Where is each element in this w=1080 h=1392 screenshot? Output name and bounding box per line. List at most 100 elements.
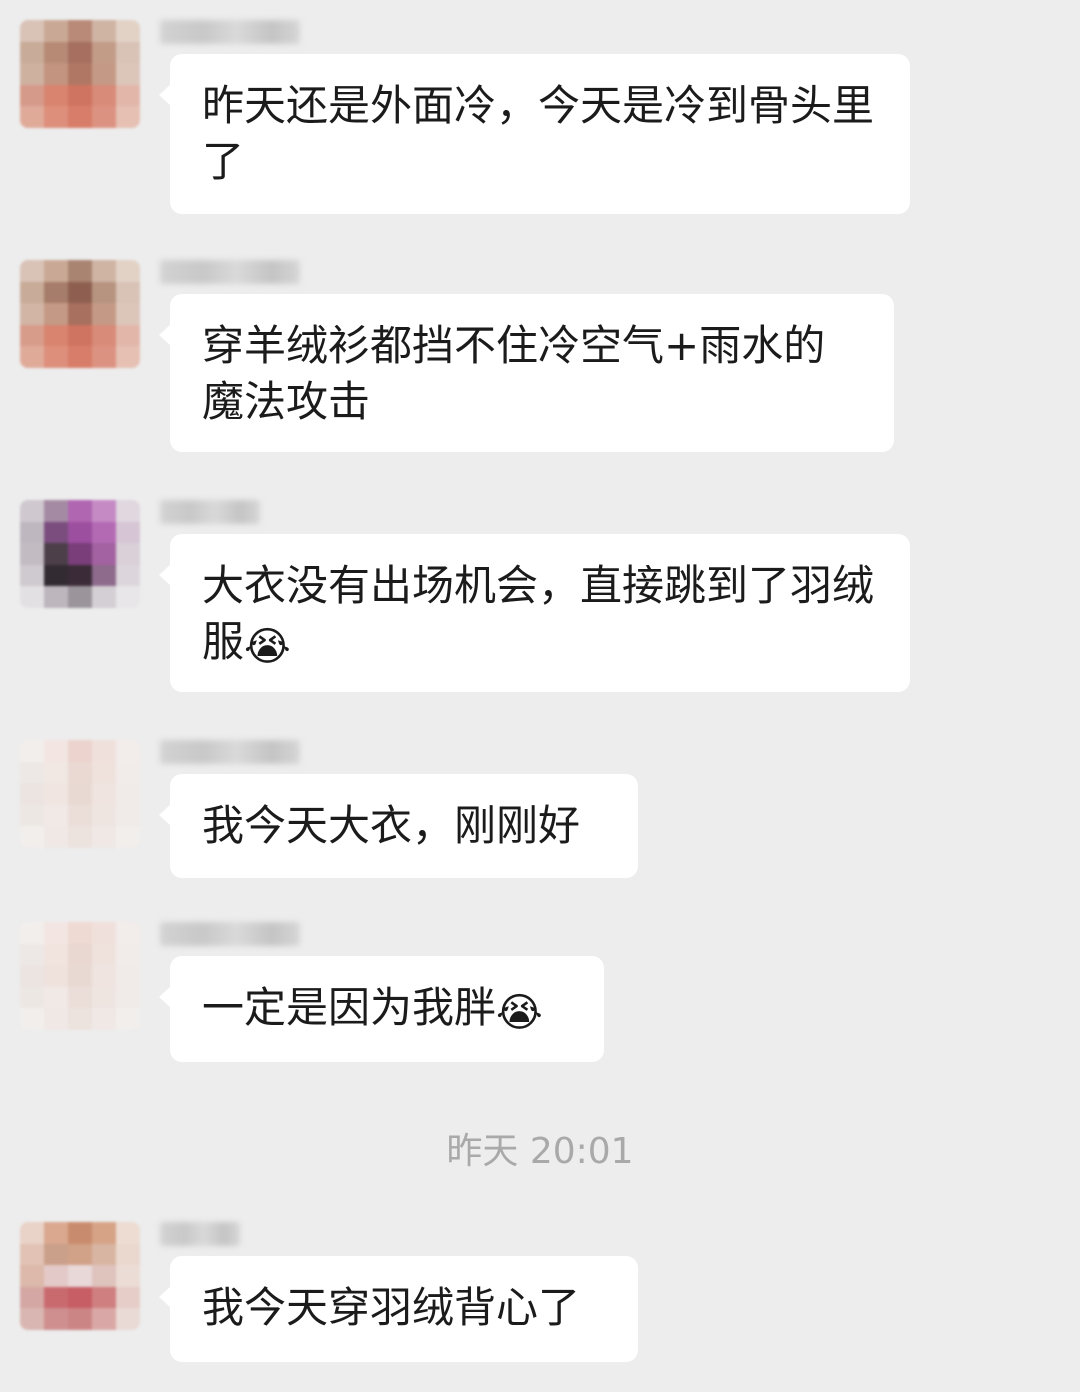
- avatar[interactable]: [20, 20, 140, 128]
- avatar[interactable]: [20, 1222, 140, 1330]
- avatar-mosaic-cell: [92, 543, 116, 565]
- avatar-mosaic-cell: [116, 1308, 140, 1330]
- avatar-mosaic-cell: [116, 986, 140, 1009]
- message-bubble[interactable]: 大衣没有出场机会，直接跳到了羽绒服😭: [159, 534, 910, 692]
- avatar-mosaic-cell: [68, 346, 92, 368]
- sender-name-blurred: [160, 1222, 240, 1246]
- avatar-mosaic-cell: [116, 106, 140, 128]
- avatar-mosaic-cell: [116, 826, 140, 848]
- avatar-mosaic-cell: [44, 1286, 68, 1309]
- avatar-mosaic-cell: [20, 1008, 44, 1030]
- message-text: 一定是因为我胖: [202, 983, 497, 1032]
- avatar[interactable]: [20, 500, 140, 608]
- avatar-mosaic-cell: [44, 943, 68, 966]
- avatar-mosaic-cell: [116, 943, 140, 966]
- avatar-mosaic-cell: [68, 783, 92, 805]
- message-bubble[interactable]: 我今天大衣，刚刚好: [159, 774, 638, 878]
- avatar-mosaic-cell: [116, 761, 140, 784]
- avatar-mosaic-cell: [20, 922, 44, 944]
- message-bubble[interactable]: 我今天穿羽绒背心了: [159, 1256, 638, 1362]
- avatar-mosaic-cell: [20, 303, 44, 325]
- avatar-mosaic-cell: [44, 986, 68, 1009]
- avatar-mosaic-cell: [92, 1008, 116, 1030]
- avatar-mosaic-cell: [92, 324, 116, 347]
- avatar-mosaic-cell: [44, 761, 68, 784]
- avatar-mosaic-cell: [68, 543, 92, 565]
- avatar-mosaic-cell: [116, 303, 140, 325]
- message-text: 我今天穿羽绒背心了: [202, 1283, 581, 1332]
- avatar-mosaic-cell: [20, 1308, 44, 1330]
- avatar-mosaic-cell: [20, 564, 44, 587]
- avatar-mosaic-cell: [20, 1265, 44, 1287]
- avatar-mosaic-cell: [116, 63, 140, 85]
- face-crying-with-hand-icon: 😭: [496, 990, 543, 1036]
- avatar-mosaic-cell: [20, 20, 44, 42]
- avatar-mosaic-cell: [68, 521, 92, 544]
- avatar-mosaic-cell: [92, 500, 116, 522]
- avatar[interactable]: [20, 922, 140, 1030]
- avatar-mosaic-cell: [92, 1286, 116, 1309]
- message-bubble[interactable]: 一定是因为我胖😭: [159, 956, 604, 1062]
- avatar-mosaic-cell: [44, 324, 68, 347]
- avatar-mosaic-cell: [44, 63, 68, 85]
- avatar-mosaic-cell: [68, 965, 92, 987]
- avatar-mosaic-cell: [116, 1265, 140, 1287]
- avatar-mosaic-cell: [44, 260, 68, 282]
- avatar-mosaic-cell: [116, 1243, 140, 1266]
- avatar-mosaic-cell: [116, 324, 140, 347]
- avatar-mosaic-cell: [116, 84, 140, 107]
- sender-name-blurred: [160, 500, 260, 524]
- avatar-mosaic-cell: [44, 804, 68, 827]
- avatar-mosaic-cell: [116, 1286, 140, 1309]
- avatar-mosaic-cell: [68, 1308, 92, 1330]
- avatar-mosaic-cell: [116, 783, 140, 805]
- avatar-mosaic-cell: [44, 1243, 68, 1266]
- avatar-mosaic-cell: [116, 586, 140, 608]
- sender-name-blurred: [160, 740, 300, 764]
- avatar-mosaic-cell: [116, 346, 140, 368]
- avatar-mosaic-cell: [92, 740, 116, 762]
- avatar-mosaic-cell: [68, 564, 92, 587]
- message-bubble[interactable]: 穿羊绒衫都挡不住冷空气+雨水的魔法攻击: [159, 294, 894, 452]
- message-text: 昨天还是外面冷，今天是冷到骨头里了: [202, 81, 875, 186]
- avatar-mosaic-cell: [44, 346, 68, 368]
- message-bubble[interactable]: 昨天还是外面冷，今天是冷到骨头里了: [159, 54, 910, 214]
- avatar[interactable]: [20, 260, 140, 368]
- avatar-mosaic-cell: [68, 1286, 92, 1309]
- sender-name-blurred: [160, 922, 300, 946]
- avatar-mosaic-cell: [20, 740, 44, 762]
- avatar-mosaic-cell: [68, 260, 92, 282]
- avatar-mosaic-cell: [92, 20, 116, 42]
- avatar-mosaic-cell: [44, 1265, 68, 1287]
- avatar-mosaic-cell: [20, 63, 44, 85]
- avatar-mosaic-cell: [44, 564, 68, 587]
- avatar-mosaic-cell: [20, 1286, 44, 1309]
- avatar[interactable]: [20, 740, 140, 848]
- avatar-mosaic-cell: [92, 922, 116, 944]
- avatar-mosaic-cell: [68, 922, 92, 944]
- avatar-mosaic-cell: [68, 63, 92, 85]
- avatar-mosaic-cell: [92, 804, 116, 827]
- avatar-mosaic-cell: [20, 761, 44, 784]
- face-crying-with-hand-icon: 😭: [244, 624, 291, 670]
- avatar-mosaic-cell: [68, 324, 92, 347]
- avatar-mosaic-cell: [68, 41, 92, 64]
- avatar-mosaic-cell: [44, 922, 68, 944]
- avatar-mosaic-cell: [44, 965, 68, 987]
- message-text: 大衣没有出场机会，直接跳到了羽绒服: [202, 561, 875, 666]
- avatar-mosaic-cell: [20, 804, 44, 827]
- avatar-mosaic-cell: [68, 943, 92, 966]
- avatar-mosaic-cell: [92, 943, 116, 966]
- avatar-mosaic-cell: [92, 106, 116, 128]
- avatar-mosaic-cell: [92, 303, 116, 325]
- avatar-mosaic-cell: [68, 1243, 92, 1266]
- avatar-mosaic-cell: [44, 106, 68, 128]
- avatar-mosaic-cell: [92, 564, 116, 587]
- avatar-mosaic-cell: [44, 826, 68, 848]
- avatar-mosaic-cell: [20, 84, 44, 107]
- avatar-mosaic-cell: [20, 965, 44, 987]
- avatar-mosaic-cell: [92, 521, 116, 544]
- avatar-mosaic-cell: [116, 564, 140, 587]
- avatar-mosaic-cell: [20, 521, 44, 544]
- avatar-mosaic-cell: [44, 543, 68, 565]
